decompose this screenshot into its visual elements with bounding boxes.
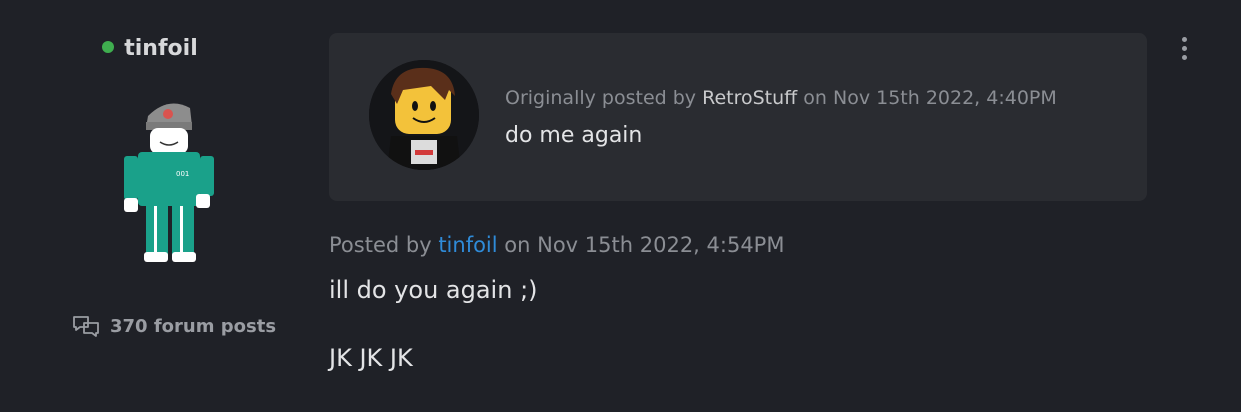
quote-block: Originally posted by RetroStuff on Nov 1… (329, 33, 1147, 201)
post-meta: Posted by tinfoil on Nov 15th 2022, 4:54… (329, 233, 784, 257)
more-vertical-icon-dot (1181, 45, 1187, 51)
quote-text: do me again (505, 123, 643, 148)
online-status-icon (102, 40, 115, 53)
post-line: ill do you again ;) (329, 276, 538, 304)
post-options-button[interactable] (1170, 32, 1198, 64)
user-sidebar: tinfoil 001 370 forum posts (0, 0, 300, 411)
quote-prefix: Originally posted by (505, 87, 697, 109)
more-vertical-icon (1181, 36, 1187, 42)
quote-author-link[interactable]: RetroStuff (702, 87, 797, 109)
user-avatar[interactable]: 001 (116, 96, 220, 268)
post-prefix: Posted by (329, 233, 432, 257)
post-author-link[interactable]: tinfoil (438, 233, 497, 257)
username-row: tinfoil (0, 36, 300, 61)
more-vertical-icon-dot (1181, 54, 1187, 60)
username[interactable]: tinfoil (124, 36, 198, 61)
quote-avatar-image (369, 60, 479, 170)
post-line: JK JK JK (329, 344, 413, 372)
quote-author-avatar[interactable] (369, 60, 479, 170)
post-count: 370 forum posts (110, 315, 277, 337)
quote-meta: Originally posted by RetroStuff on Nov 1… (505, 87, 1057, 109)
post-count-row: 370 forum posts (72, 315, 276, 337)
post-body: ill do you again ;) JK JK JK (329, 276, 538, 412)
chat-bubbles-icon (73, 316, 99, 337)
post-date: on Nov 15th 2022, 4:54PM (504, 233, 785, 257)
svg-text:001: 001 (176, 170, 189, 178)
quote-date: on Nov 15th 2022, 4:40PM (803, 87, 1057, 109)
